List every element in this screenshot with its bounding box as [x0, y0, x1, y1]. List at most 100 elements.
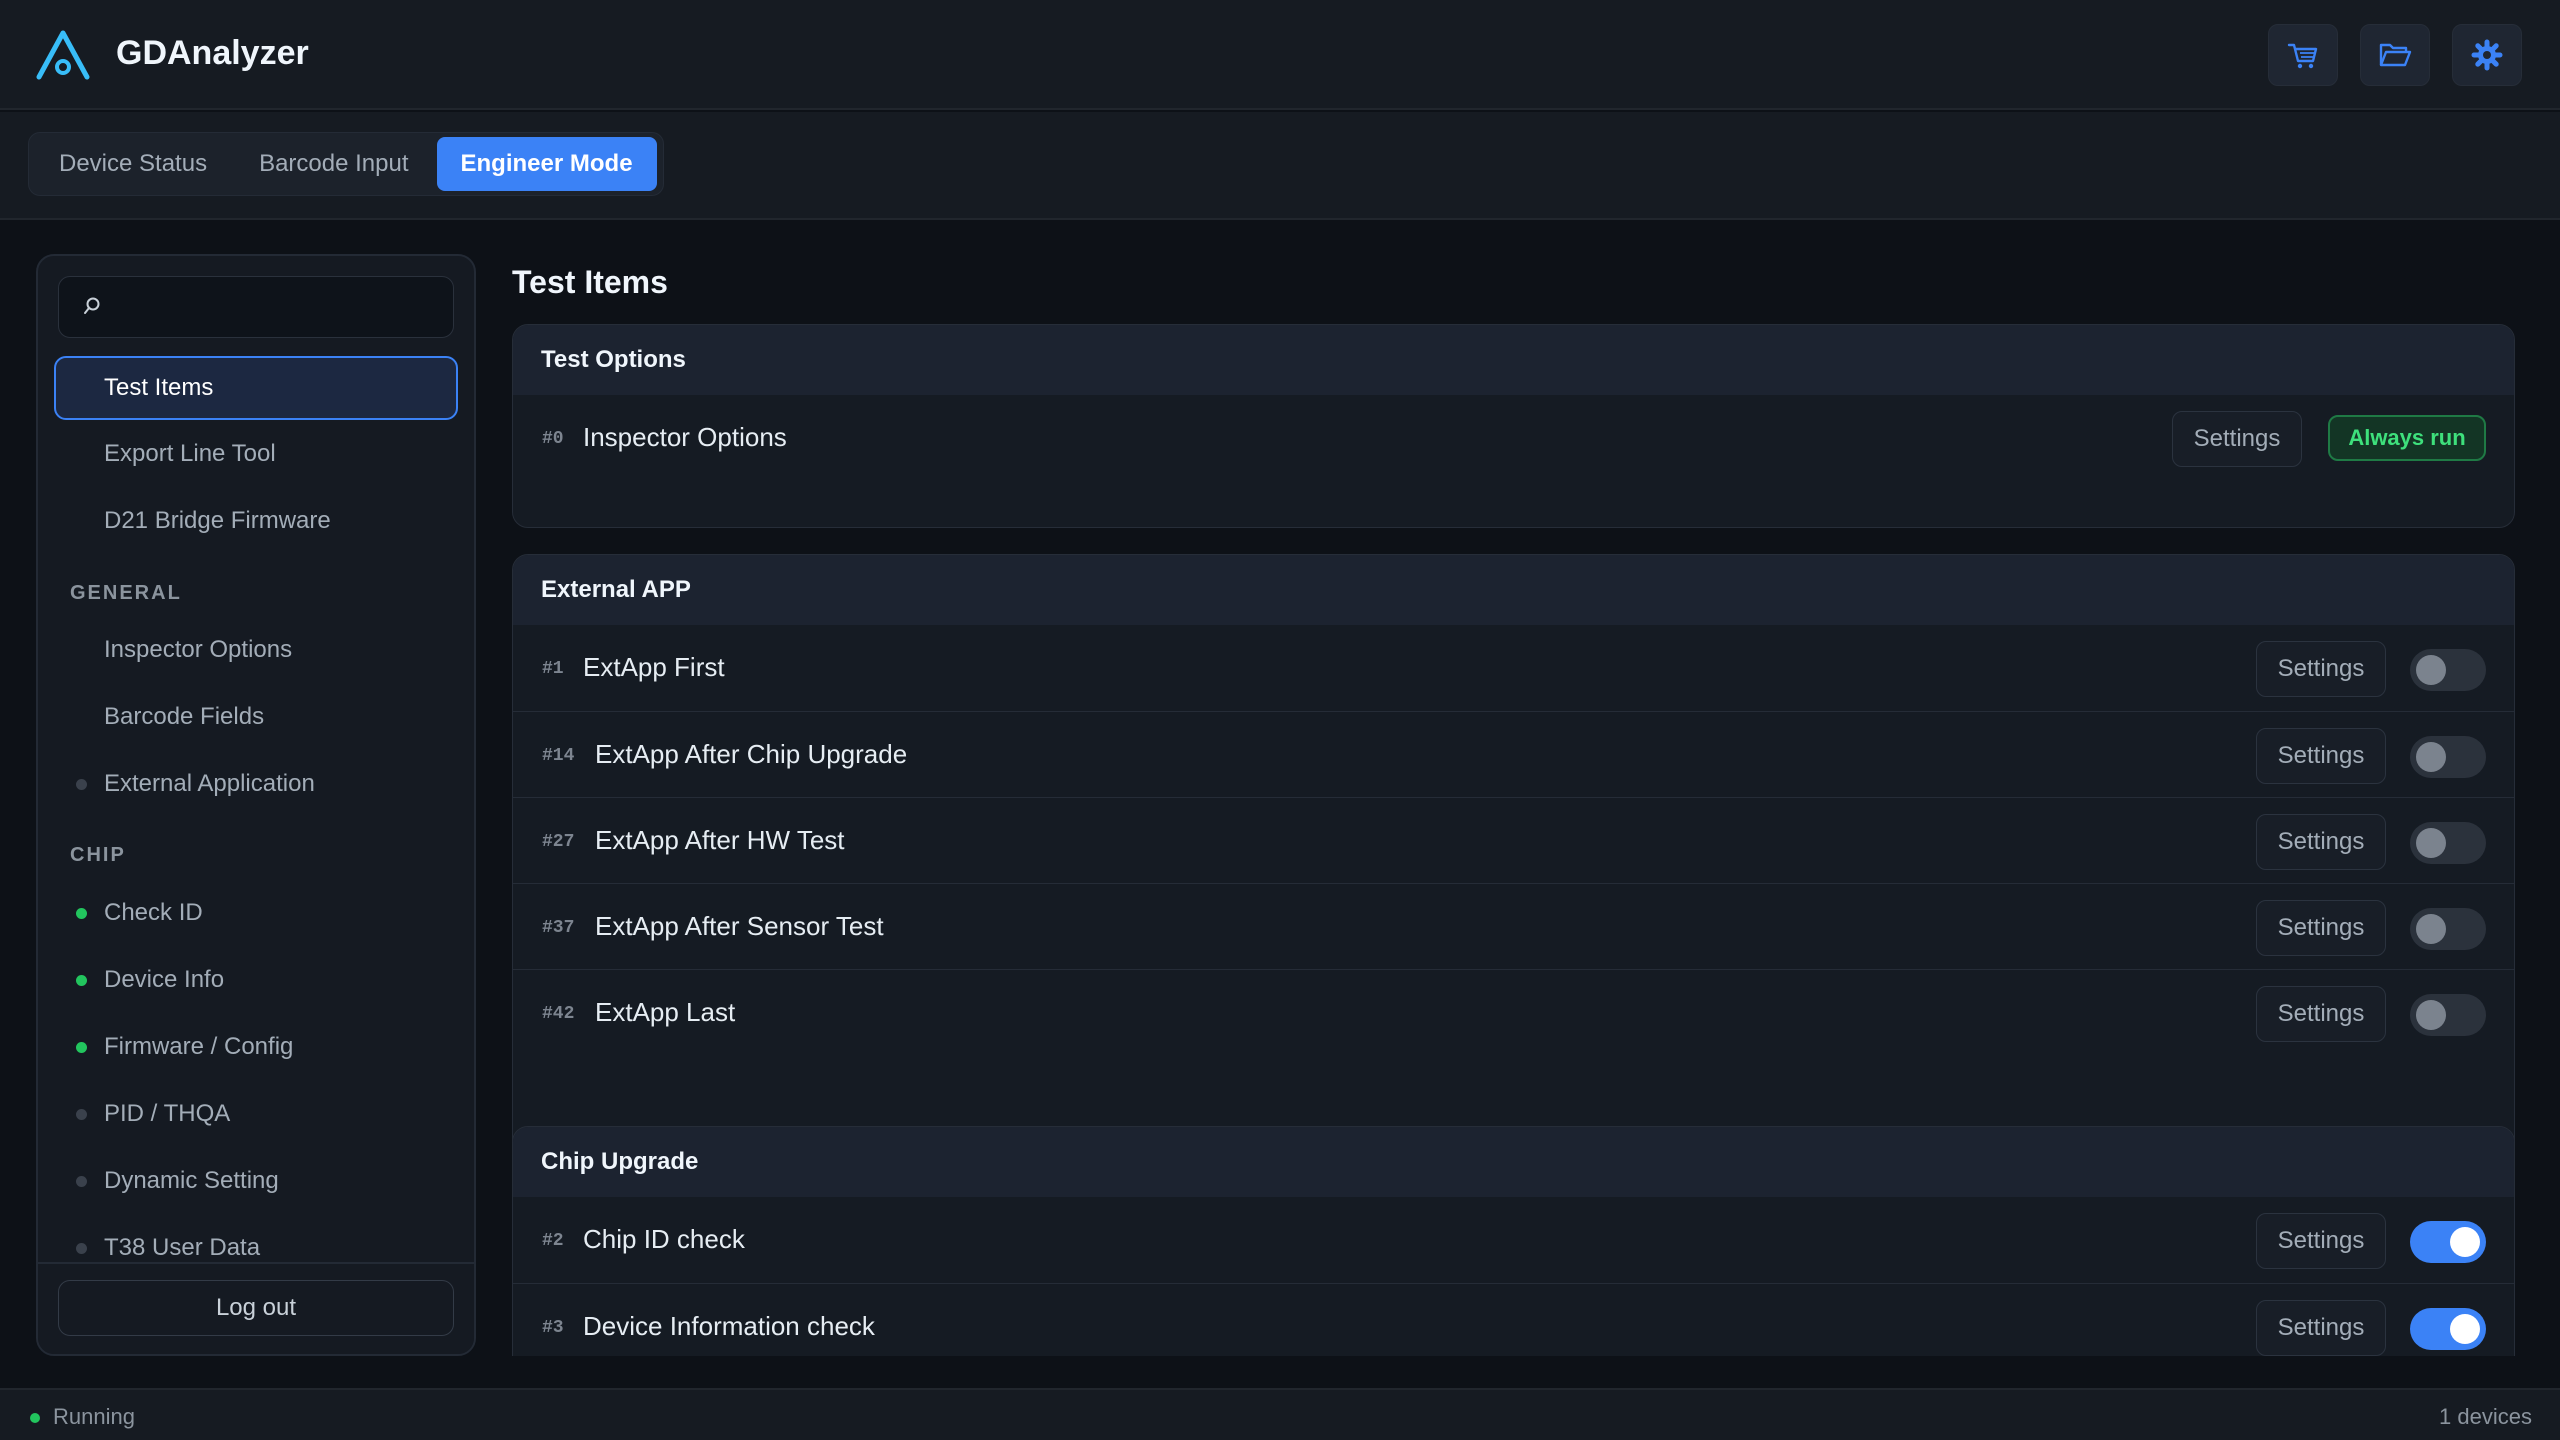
status-dot [76, 975, 87, 986]
sidebar-item-label: Check ID [104, 899, 203, 926]
tab-engineer-mode[interactable]: Engineer Mode [436, 137, 657, 191]
toggle-knob [2416, 655, 2446, 685]
item-label: ExtApp After Sensor Test [595, 911, 884, 941]
tab-bar: Device Status Barcode Input Engineer Mod… [0, 112, 2560, 220]
status-dot [76, 1042, 87, 1053]
item-label: Inspector Options [583, 422, 787, 452]
item-number: #1 [542, 659, 564, 679]
settings-button[interactable]: Settings [2172, 411, 2302, 467]
settings-button[interactable]: Settings [2256, 986, 2386, 1042]
tab-barcode-input[interactable]: Barcode Input [235, 137, 432, 191]
item-label: ExtApp Last [595, 997, 736, 1027]
enable-toggle[interactable] [2410, 649, 2486, 691]
item-number: #2 [542, 1231, 564, 1251]
section-heading-chip: CHIP [70, 844, 126, 866]
sidebar-item-barcode-fields[interactable]: Barcode Fields [54, 685, 458, 749]
item-label: Device Information check [583, 1311, 875, 1341]
status-bar: Running 1 devices [0, 1388, 2560, 1440]
status-dot [76, 1109, 87, 1120]
settings-button[interactable]: Settings [2256, 1300, 2386, 1356]
sidebar-item-d21-bridge-firmware[interactable]: D21 Bridge Firmware [54, 489, 458, 553]
search-box [58, 276, 454, 338]
sidebar: Test Items Export Line Tool D21 Bridge F… [36, 254, 476, 1356]
sidebar-item-external-application[interactable]: External Application [54, 752, 458, 816]
cart-button[interactable] [2268, 24, 2338, 86]
app-logo-icon [36, 30, 90, 80]
sidebar-item-label: Barcode Fields [104, 703, 265, 730]
folder-icon [2379, 43, 2412, 67]
search-input[interactable] [113, 277, 443, 337]
sidebar-item-label: External Application [104, 770, 315, 797]
sidebar-item-label: Dynamic Setting [104, 1167, 279, 1194]
device-count: 1 devices [2439, 1404, 2532, 1429]
sidebar-item-label: Inspector Options [104, 636, 293, 663]
toggle-knob [2416, 914, 2446, 944]
settings-button[interactable]: Settings [2256, 728, 2386, 784]
item-label: ExtApp After HW Test [595, 825, 845, 855]
sidebar-item-firmware-config[interactable]: Firmware / Config [54, 1015, 458, 1079]
enable-toggle[interactable] [2410, 908, 2486, 950]
toggle-knob [2416, 1000, 2446, 1030]
sidebar-item-label: PID / THQA [104, 1100, 231, 1127]
always-run-badge: Always run [2328, 415, 2486, 461]
open-folder-button[interactable] [2360, 24, 2430, 86]
sidebar-footer: Log out [38, 1262, 474, 1354]
settings-button[interactable]: Settings [2256, 1213, 2386, 1269]
section-heading-general: GENERAL [70, 582, 182, 604]
settings-button[interactable] [2452, 24, 2522, 86]
test-item-row: #0 Inspector Options Settings Always run [513, 395, 2514, 481]
item-number: #14 [542, 746, 575, 766]
logout-button[interactable]: Log out [58, 1280, 454, 1336]
sidebar-item-label: Firmware / Config [104, 1033, 294, 1060]
settings-button[interactable]: Settings [2256, 641, 2386, 697]
sidebar-item-label: Test Items [104, 374, 214, 401]
sidebar-item-pid-thqa[interactable]: PID / THQA [54, 1082, 458, 1146]
tab-device-status[interactable]: Device Status [35, 137, 231, 191]
main-content: Test Items Test Options #0 Inspector Opt… [512, 230, 2518, 1356]
test-item-row: #3 Device Information check Settings [513, 1283, 2514, 1356]
status-dot [76, 1176, 87, 1187]
group-title: Chip Upgrade [513, 1127, 2514, 1197]
settings-button[interactable]: Settings [2256, 900, 2386, 956]
item-number: #27 [542, 832, 575, 852]
group-chip-upgrade: Chip Upgrade #2 Chip ID check Settings #… [512, 1126, 2515, 1356]
test-item-row: #27 ExtApp After HW Test Settings [513, 797, 2514, 883]
toggle-knob [2450, 1314, 2480, 1344]
sidebar-item-export-line-tool[interactable]: Export Line Tool [54, 422, 458, 486]
group-test-options: Test Options #0 Inspector Options Settin… [512, 324, 2515, 528]
enable-toggle[interactable] [2410, 994, 2486, 1036]
enable-toggle[interactable] [2410, 1221, 2486, 1263]
item-label: Chip ID check [583, 1224, 745, 1254]
enable-toggle[interactable] [2410, 1308, 2486, 1350]
sidebar-item-test-items[interactable]: Test Items [54, 356, 458, 420]
item-number: #3 [542, 1318, 564, 1338]
toggle-knob [2450, 1227, 2480, 1257]
gear-icon [2471, 39, 2503, 71]
enable-toggle[interactable] [2410, 822, 2486, 864]
toggle-knob [2416, 828, 2446, 858]
item-number: #0 [542, 429, 564, 449]
toggle-knob [2416, 742, 2446, 772]
sidebar-item-dynamic-setting[interactable]: Dynamic Setting [54, 1149, 458, 1213]
settings-button[interactable]: Settings [2256, 814, 2386, 870]
sidebar-item-check-id[interactable]: Check ID [54, 881, 458, 945]
item-number: #37 [542, 918, 575, 938]
page-title: Test Items [512, 264, 668, 300]
cart-icon [2287, 43, 2318, 69]
app-header: GDAnalyzer [0, 0, 2560, 110]
test-item-row: #14 ExtApp After Chip Upgrade Settings [513, 711, 2514, 797]
tab-group: Device Status Barcode Input Engineer Mod… [28, 132, 664, 196]
group-title: Test Options [513, 325, 2514, 395]
sidebar-item-label: Device Info [104, 966, 225, 993]
app-title: GDAnalyzer [116, 34, 309, 72]
enable-toggle[interactable] [2410, 736, 2486, 778]
sidebar-item-label: T38 User Data [104, 1234, 261, 1261]
sidebar-item-inspector-options[interactable]: Inspector Options [54, 618, 458, 682]
item-label: ExtApp After Chip Upgrade [595, 739, 908, 769]
sidebar-item-device-info[interactable]: Device Info [54, 948, 458, 1012]
status-indicator [30, 1413, 40, 1423]
search-icon [84, 297, 100, 314]
group-title: External APP [513, 555, 2514, 625]
status-dot [76, 1243, 87, 1254]
status-dot [76, 779, 87, 790]
